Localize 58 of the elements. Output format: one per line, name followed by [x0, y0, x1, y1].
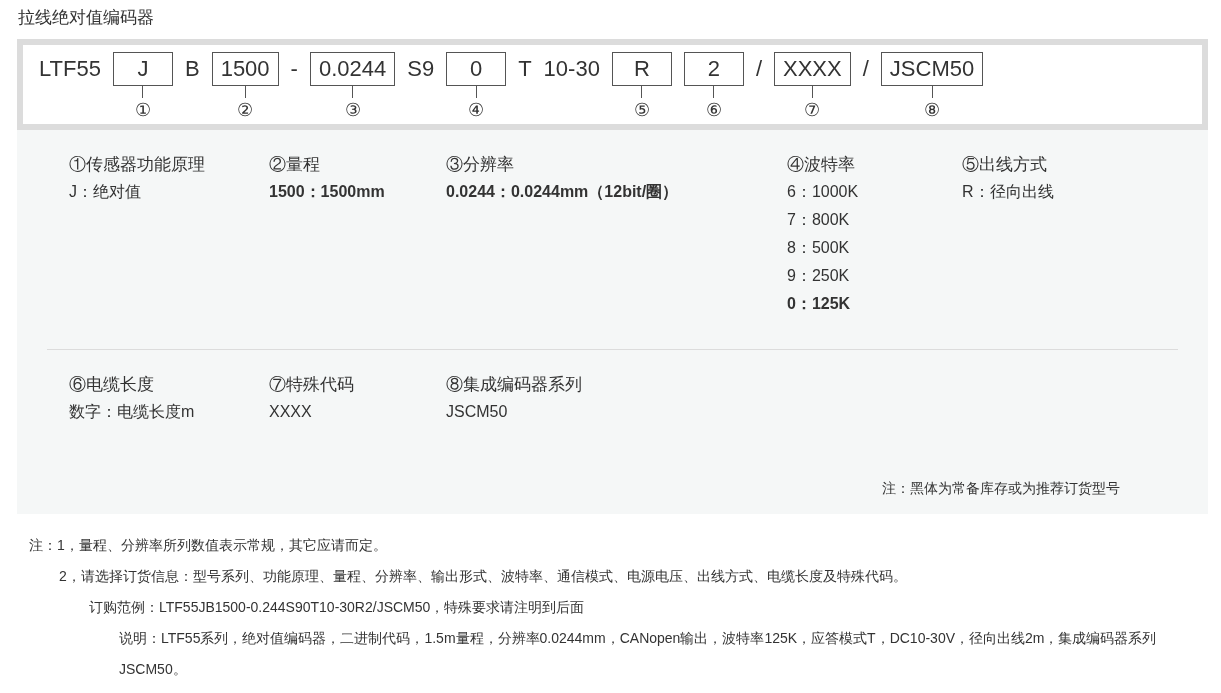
note-text: 说明：LTF55系列，绝对值编码器，二进制代码，1.5m量程，分辨率0.0244mm，CANopen输出，波特率125K，应答模式T，DC10-30V，径向出线2m，集成编码器系列JSCM50。: [119, 629, 1158, 679]
legend-value: R：径向出线: [962, 182, 1055, 202]
code-text: -: [290, 55, 298, 83]
code-field: J: [112, 52, 173, 86]
marker-number: ④: [468, 99, 485, 122]
code-text: /: [862, 55, 869, 83]
marker-number: ⑧: [924, 99, 940, 122]
legend-value: 8：500K: [787, 238, 851, 258]
legend-value: 0.0244：0.0244mm（12bit/圈）: [446, 182, 680, 202]
page-title: 拉线绝对值编码器: [18, 8, 154, 27]
legend-value: 数字：电缆长度m: [69, 402, 196, 422]
legend-title: ⑦特殊代码: [269, 374, 355, 396]
legend-title: ①传感器功能原理: [69, 154, 206, 176]
code-field: XXXX: [774, 52, 851, 86]
legend-value: J：绝对值: [69, 182, 142, 202]
leader-line: [142, 86, 144, 98]
leader-line: [641, 86, 643, 98]
code-field: 0.0244: [309, 52, 396, 86]
leader-line: [475, 86, 477, 98]
legend-title: ⑤出线方式: [962, 154, 1048, 176]
marker-number: ②: [237, 99, 254, 122]
code-field: 2: [683, 52, 744, 86]
code-text: S9: [407, 55, 435, 83]
code-text: T: [518, 55, 532, 83]
note-text: 订购范例：LTF55JB1500-0.244S90T10-30R2/JSCM50，特殊要求请注明到后面: [89, 598, 586, 617]
code-text: /: [755, 55, 762, 83]
code-field: JSCM50: [880, 52, 984, 86]
code-text: LTF55: [39, 55, 101, 83]
leader-line: [244, 86, 246, 98]
marker-number: ③: [344, 99, 361, 122]
note-text: 注：1，量程、分辨率所列数值表示常规，其它应请而定。: [29, 536, 388, 555]
leader-line: [811, 86, 813, 98]
legend-title: ⑧集成编码器系列: [446, 374, 583, 396]
legend-title: ③分辨率: [446, 154, 515, 176]
leader-line: [352, 86, 354, 98]
legend-value: XXXX: [269, 402, 313, 422]
code-text: 10-30: [543, 55, 600, 83]
code-field: 1500: [211, 52, 279, 86]
legend-value: 7：800K: [787, 210, 851, 230]
leader-line: [931, 86, 933, 98]
legend-value: 1500：1500mm: [269, 182, 386, 202]
marker-number: ⑥: [705, 99, 722, 122]
legend-value: JSCM50: [446, 402, 509, 422]
marker-number: ⑤: [633, 99, 650, 122]
marker-number: ①: [134, 99, 151, 122]
code-field: 0: [446, 52, 507, 86]
legend-value: 9：250K: [787, 266, 851, 286]
legend-value: 6：1000K: [787, 182, 860, 202]
code-text: B: [184, 55, 200, 83]
legend-value: 0：125K: [787, 294, 852, 314]
panel-note: 注：黑体为常备库存或为推荐订货型号: [882, 479, 1120, 498]
marker-number: ⑦: [804, 99, 821, 122]
legend-title: ④波特率: [787, 154, 856, 176]
legend-title: ⑥电缆长度: [69, 374, 155, 396]
legend-title: ②量程: [269, 154, 321, 176]
leader-line: [713, 86, 715, 98]
note-text: 2，请选择订货信息：型号系列、功能原理、量程、分辨率、输出形式、波特率、通信模式、电源电压、出线方式、电缆长度及特殊代码。: [59, 567, 908, 586]
code-field: R: [611, 52, 672, 86]
